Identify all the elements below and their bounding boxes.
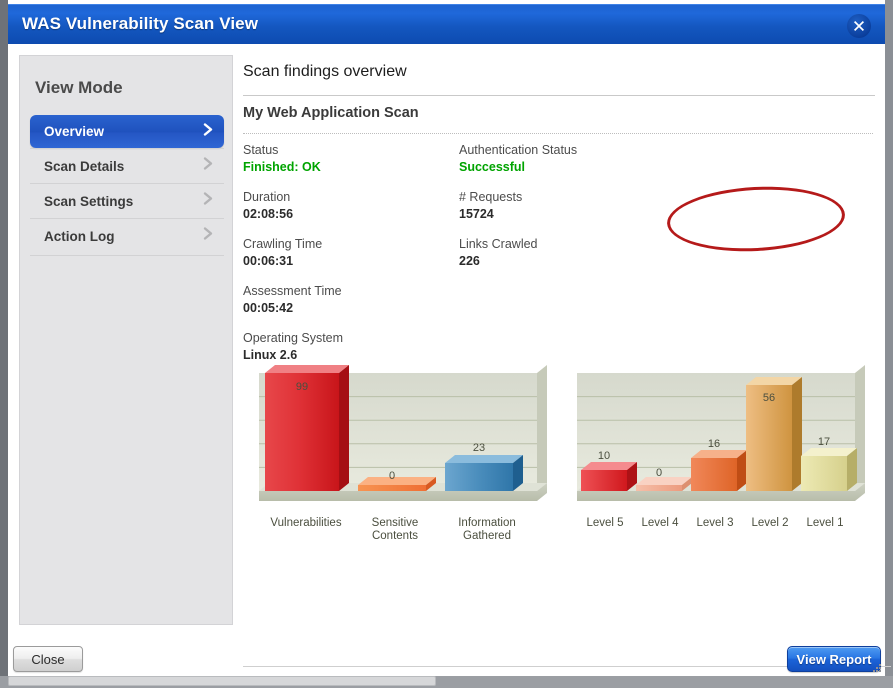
bar-value-label: 16 [708, 438, 720, 450]
bar-information-gathered [445, 455, 523, 491]
field-label: Status [243, 143, 279, 157]
sidebar-item-overview[interactable]: Overview [30, 115, 224, 148]
bar-value-label: 0 [656, 467, 662, 479]
field-value: Successful [459, 160, 526, 174]
field-label: Links Crawled [459, 237, 538, 251]
category-label: Information Gathered [458, 517, 516, 542]
category-label: Level 2 [751, 517, 789, 529]
field-label: # Requests [459, 190, 523, 204]
category-label: Level 3 [696, 517, 734, 529]
close-icon[interactable] [847, 14, 871, 38]
field-crawling-time: Crawling Time 00:06:31 [243, 237, 322, 268]
chart-severity-svg: 10 0 16 56 17 [577, 365, 865, 501]
scan-view-window: WAS Vulnerability Scan View View Mode Ov… [0, 0, 893, 688]
sidebar-item-scan-details[interactable]: Scan Details [30, 148, 224, 183]
field-links-crawled: Links Crawled 226 [459, 237, 538, 268]
field-label: Duration [243, 190, 291, 204]
sidebar-nav: Overview Scan Details Scan Settings Acti… [30, 114, 224, 256]
sidebar-item-label: Overview [44, 124, 105, 139]
page-title: Scan findings overview [243, 63, 407, 80]
field-value: 226 [459, 254, 480, 268]
sidebar-divider [30, 255, 224, 256]
window-title: WAS Vulnerability Scan View [22, 14, 259, 33]
bar-value-label: 10 [598, 450, 610, 462]
sidebar-item-label: Action Log [44, 228, 115, 244]
resize-grip[interactable] [873, 664, 883, 674]
bar-value-label: 0 [389, 470, 395, 482]
chart-findings-by-category: 99 0 23 Vulnerabilities Sensitive Conten… [251, 355, 555, 542]
field-label: Assessment Time [243, 284, 342, 298]
sidebar-item-label: Scan Settings [44, 193, 134, 209]
field-value: 15724 [459, 207, 494, 221]
chevron-right-icon [202, 192, 214, 211]
sidebar-title: View Mode [35, 78, 123, 97]
view-report-button[interactable]: View Report [787, 646, 881, 672]
field-value: Finished: OK [243, 160, 321, 174]
field-duration: Duration 02:08:56 [243, 190, 293, 221]
field-status: Status Finished: OK [243, 143, 321, 174]
category-label: Vulnerabilities [270, 517, 342, 529]
category-label: Level 1 [806, 517, 844, 529]
bar-value-label: 56 [763, 392, 775, 404]
chart-findings-by-category-svg: 99 0 23 [259, 365, 547, 501]
bar-level-4 [636, 477, 692, 491]
category-label: Sensitive Contents [371, 517, 419, 542]
field-value: 00:05:42 [243, 301, 294, 315]
chevron-right-icon [202, 227, 214, 246]
field-label: Operating System [243, 331, 344, 345]
bar-level-5 [581, 462, 637, 491]
sidebar: View Mode Overview Scan Details Scan Set… [19, 55, 233, 625]
chevron-right-icon [202, 122, 214, 141]
category-label: Level 5 [586, 517, 624, 529]
sidebar-item-scan-settings[interactable]: Scan Settings [30, 183, 224, 218]
red-ellipse-highlight [665, 182, 847, 256]
field-label: Crawling Time [243, 237, 323, 251]
chart-vulnerabilities-by-severity: 10 0 16 56 17 Level 5 Level 4 Level 3 Le… [571, 355, 875, 529]
field-requests: # Requests 15724 [459, 190, 522, 221]
field-authentication-status: Authentication Status Successful [459, 143, 577, 174]
sidebar-item-action-log[interactable]: Action Log [30, 218, 224, 253]
bar-value-label: 17 [818, 436, 830, 448]
dialog-content: View Mode Overview Scan Details Scan Set… [9, 44, 891, 676]
title-bar: WAS Vulnerability Scan View [8, 4, 885, 44]
field-value: 02:08:56 [243, 207, 294, 221]
bar-level-1 [801, 448, 857, 491]
field-label: Authentication Status [459, 143, 578, 157]
scan-name-divider [243, 133, 873, 134]
header-divider [243, 95, 875, 96]
bar-sensitive-contents [358, 477, 436, 491]
bar-value-label: 99 [296, 381, 308, 393]
field-value: 00:06:31 [243, 254, 294, 268]
chevron-right-icon [202, 157, 214, 176]
category-label: Level 4 [641, 517, 679, 529]
main-panel: Scan findings overview My Web Applicatio… [243, 55, 875, 660]
bar-value-label: 23 [473, 442, 485, 454]
scan-name: My Web Application Scan [243, 105, 419, 121]
sidebar-item-label: Scan Details [44, 158, 125, 174]
window-frame-right [885, 0, 893, 680]
field-assessment-time: Assessment Time 00:05:42 [243, 284, 342, 315]
window-taskbar-strip [8, 676, 436, 686]
window-frame-left [0, 0, 8, 680]
charts-row: 99 0 23 Vulnerabilities Sensitive Conten… [243, 355, 875, 555]
bar-level-3 [691, 450, 747, 491]
close-button[interactable]: Close [13, 646, 83, 672]
